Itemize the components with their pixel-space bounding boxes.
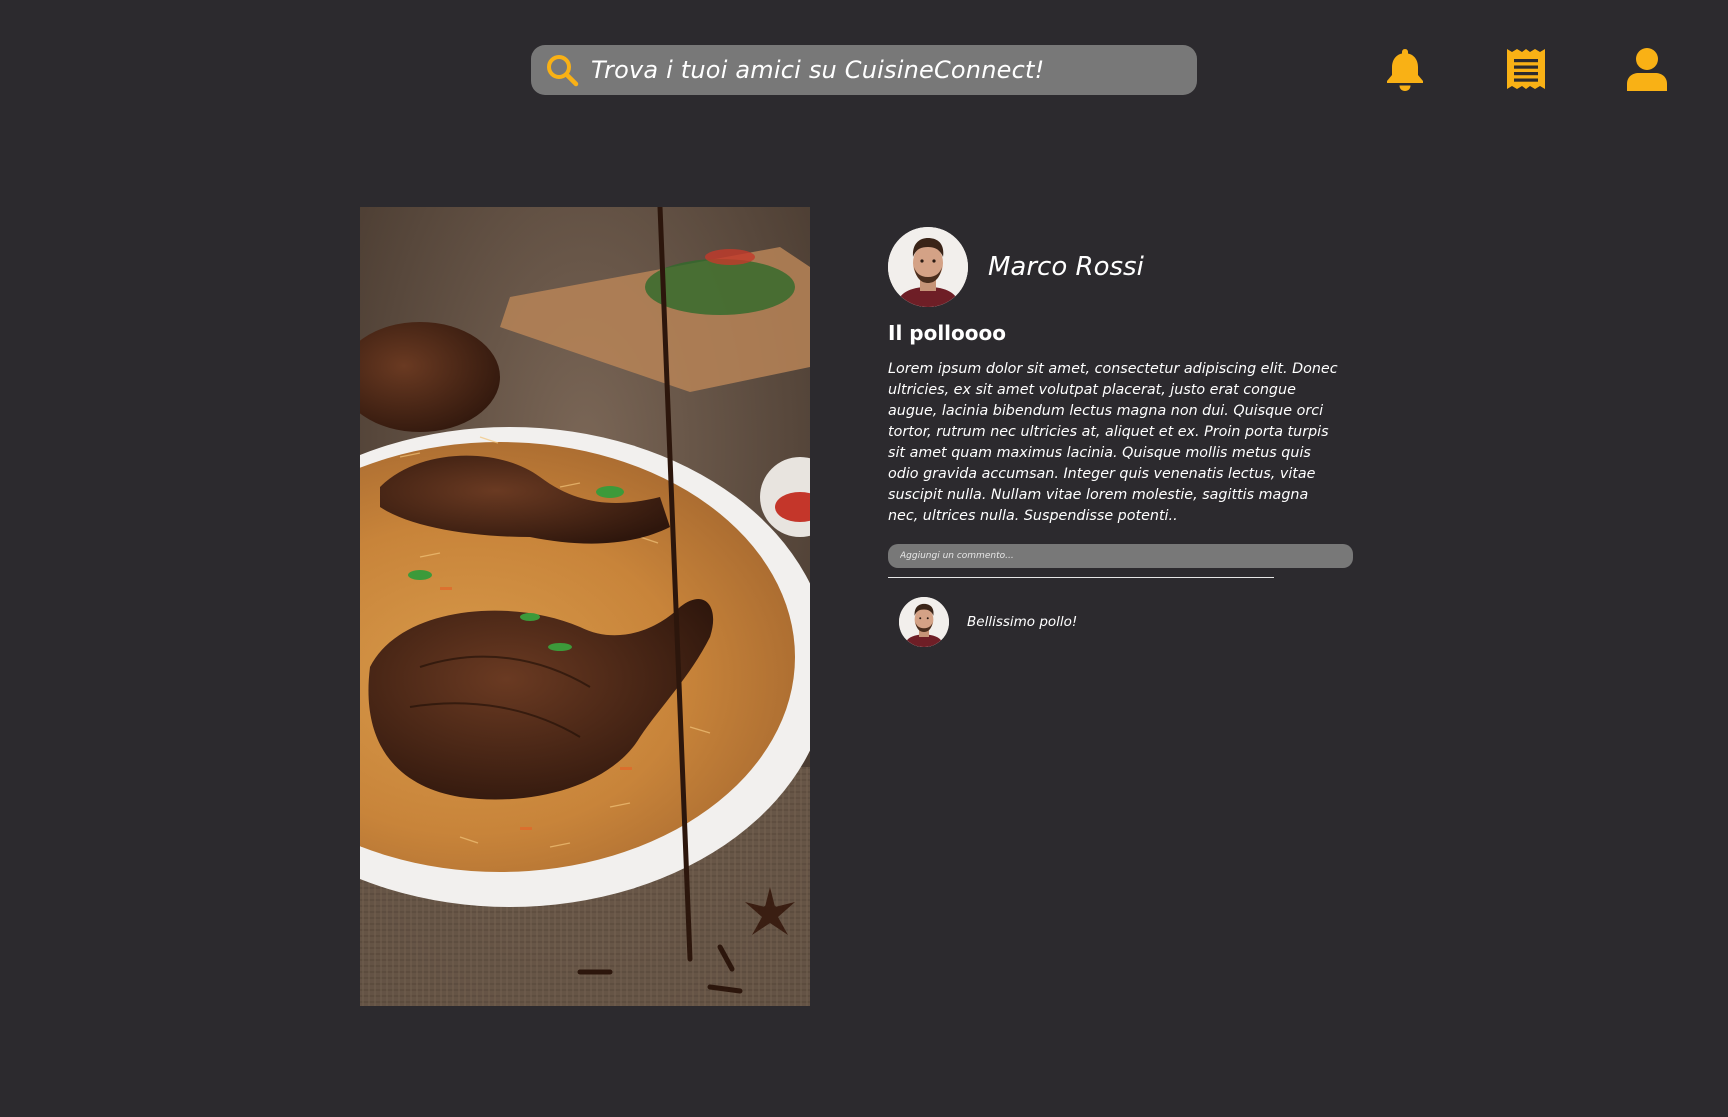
comment-item: Bellissimo pollo! [899, 597, 1354, 647]
divider [888, 577, 1274, 578]
post-details: Marco Rossi Il polloooo Lorem ipsum dolo… [888, 227, 1354, 647]
author-avatar-photo [888, 227, 968, 307]
avatar[interactable] [888, 227, 968, 307]
author-name[interactable]: Marco Rossi [988, 252, 1144, 282]
post-title: Il polloooo [888, 321, 1006, 345]
author-row: Marco Rossi [888, 227, 1354, 307]
search-input[interactable] [591, 45, 1197, 95]
commenter-avatar-photo [899, 597, 949, 647]
comment-input-field[interactable] [888, 544, 1353, 568]
comment-text: Bellissimo pollo! [967, 614, 1078, 630]
receipt-icon [1507, 49, 1545, 89]
notifications-button[interactable] [1383, 46, 1427, 92]
search-bar[interactable] [531, 45, 1197, 95]
bell-icon [1387, 49, 1423, 91]
post-page: Marco Rossi Il polloooo Lorem ipsum dolo… [0, 0, 1728, 1117]
post-body: Lorem ipsum dolor sit amet, consectetur … [888, 361, 1338, 524]
chicken-biryani-photo [360, 207, 810, 1006]
search-icon[interactable] [545, 53, 579, 87]
comment-input[interactable] [888, 544, 1353, 568]
recipes-button[interactable] [1504, 46, 1548, 92]
user-icon [1627, 48, 1667, 91]
post-image [360, 207, 810, 1006]
avatar[interactable] [899, 597, 949, 647]
profile-button[interactable] [1625, 46, 1669, 92]
